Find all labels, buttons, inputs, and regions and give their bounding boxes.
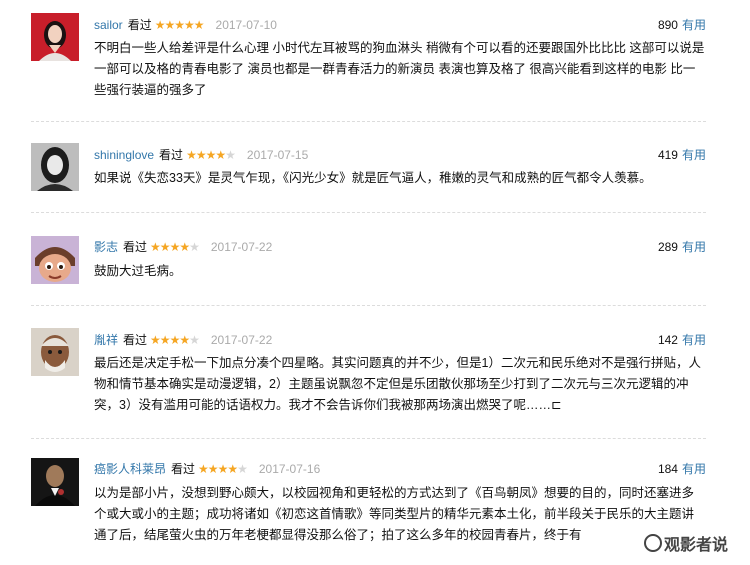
rating-stars: ★★★★★ [150,240,200,254]
review-date: 2017-07-15 [246,148,309,162]
vote-count: 890 [657,18,678,32]
vote-box: 289 有用 [658,237,706,257]
avatar[interactable] [31,236,79,284]
watched-label: 看过 [123,333,148,347]
star-filled-icon: ★ [227,462,238,476]
star-filled-icon: ★ [150,240,161,254]
avatar-corleone-image [31,458,79,506]
avatar[interactable] [31,143,79,191]
rating-stars: ★★★★★ [150,333,200,347]
review-meta: 癌影人科莱昂 看过 ★★★★★ 2017-07-16 [94,459,320,479]
vote-box: 142 有用 [658,330,706,350]
rating-stars: ★★★★★ [186,148,236,162]
divider [31,438,706,439]
star-filled-icon: ★ [159,333,171,347]
review-username[interactable]: 影志 [94,240,118,254]
vote-box: 184 有用 [658,459,706,479]
star-filled-icon: ★ [169,240,181,254]
star-filled-icon: ★ [198,462,209,476]
useful-button[interactable]: 有用 [682,18,706,32]
vote-count: 289 [657,240,678,254]
star-filled-icon: ★ [179,333,190,347]
review-username[interactable]: 胤祥 [94,333,118,347]
review-list: sailor 看过 ★★★★★ 2017-07-10 890 有用 不明白一些人给差评是… [0,0,750,565]
review-text: 以为是部小片，没想到野心颇大，以校园视角和更轻松的方式达到了《百鸟朝凤》想要的目… [94,486,695,542]
review-username[interactable]: shininglove [94,148,154,162]
vote-count: 142 [657,333,678,347]
avatar-yinxiang-image [31,328,79,376]
vote-box: 890 有用 [658,15,706,35]
watermark: 观影者说 [639,531,732,555]
useful-button[interactable]: 有用 [682,148,706,162]
divider [31,305,706,306]
vote-box: 419 有用 [658,145,706,165]
watched-label: 看过 [123,240,148,254]
star-filled-icon: ★ [164,18,175,32]
vote-count: 184 [657,462,678,476]
star-filled-icon: ★ [169,333,181,347]
avatar[interactable] [31,458,79,506]
watched-label: 看过 [159,148,184,162]
review-date: 2017-07-16 [258,462,321,476]
wechat-icon [643,534,662,552]
review-text: 鼓励大过毛病。 [94,264,182,278]
star-filled-icon: ★ [154,18,166,32]
review-username[interactable]: sailor [94,18,123,32]
review-meta: 影志 看过 ★★★★★ 2017-07-22 [94,237,272,257]
star-filled-icon: ★ [150,333,161,347]
useful-button[interactable]: 有用 [682,462,706,476]
star-filled-icon: ★ [174,18,185,32]
avatar[interactable] [31,328,79,376]
useful-button[interactable]: 有用 [682,333,706,347]
avatar-shininglove-image [31,143,79,191]
star-empty-icon: ★ [189,240,200,254]
star-filled-icon: ★ [217,462,229,476]
watched-label: 看过 [127,18,152,32]
review-meta: sailor 看过 ★★★★★ 2017-07-10 [94,15,277,35]
review-date: 2017-07-22 [210,240,273,254]
star-filled-icon: ★ [159,240,171,254]
star-filled-icon: ★ [195,148,207,162]
star-filled-icon: ★ [205,148,217,162]
useful-button[interactable]: 有用 [682,240,706,254]
rating-stars: ★★★★★ [154,18,205,32]
review-text: 不明白一些人给差评是什么心理 小时代左耳被骂的狗血淋头 稍微有个可以看的还要跟国… [94,41,705,97]
star-filled-icon: ★ [207,462,219,476]
avatar[interactable] [31,13,79,61]
star-filled-icon: ★ [179,240,190,254]
star-empty-icon: ★ [225,148,236,162]
star-filled-icon: ★ [184,18,195,32]
review-date: 2017-07-10 [215,18,277,32]
review-date: 2017-07-22 [210,333,273,347]
star-empty-icon: ★ [189,333,200,347]
avatar-sailor-image [31,13,79,61]
review-meta: 胤祥 看过 ★★★★★ 2017-07-22 [94,330,272,350]
star-filled-icon: ★ [193,18,205,32]
watched-label: 看过 [171,462,196,476]
star-filled-icon: ★ [186,148,197,162]
vote-count: 419 [657,148,678,162]
divider [31,212,706,213]
watermark-text: 观影者说 [663,537,728,554]
review-text: 最后还是决定手松一下加点分凑个四星略。其实问题真的并不少，但是1）二次元和民乐绝… [94,356,701,412]
avatar-yingzhi-image [31,236,79,284]
star-filled-icon: ★ [215,148,226,162]
review-text: 如果说《失恋33天》是灵气乍现，《闪光少女》就是匠气逼人，稚嫩的灵气和成熟的匠气… [94,171,652,185]
divider [31,121,706,122]
star-empty-icon: ★ [237,462,248,476]
review-meta: shininglove 看过 ★★★★★ 2017-07-15 [94,145,308,165]
rating-stars: ★★★★★ [198,462,248,476]
review-username[interactable]: 癌影人科莱昂 [94,462,166,476]
